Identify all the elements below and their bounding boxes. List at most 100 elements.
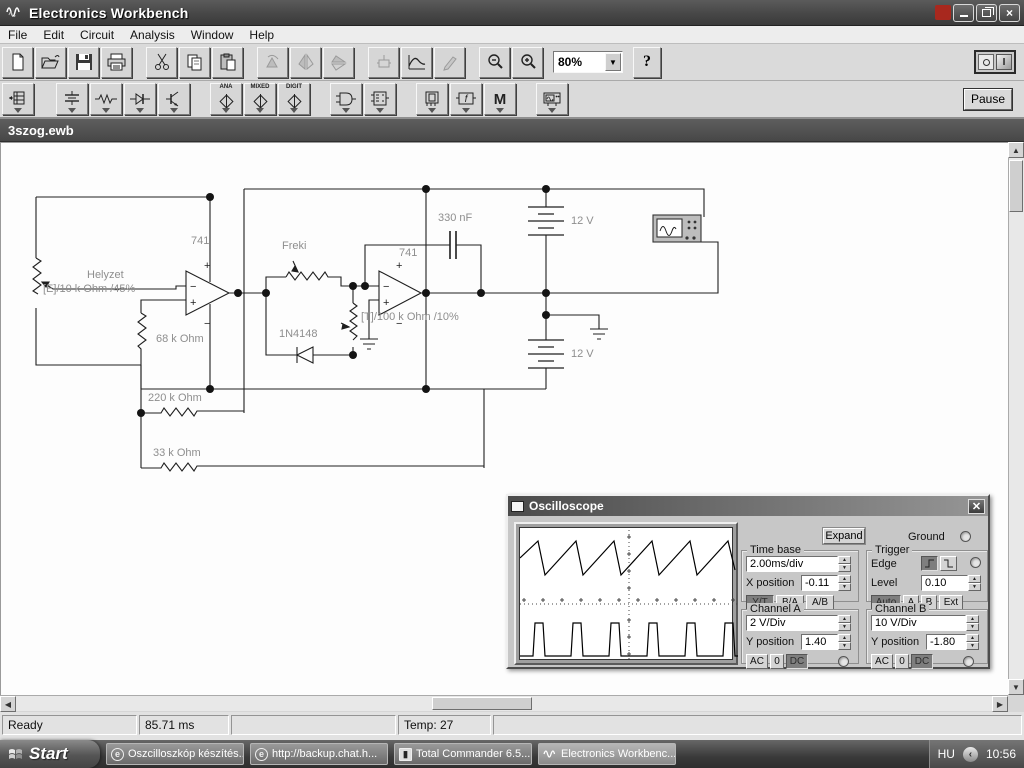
help-button[interactable]: ? — [633, 46, 661, 78]
scroll-down-icon[interactable]: ▼ — [1008, 679, 1024, 695]
minimize-button[interactable] — [953, 3, 974, 22]
transistors-bin-button[interactable] — [158, 83, 190, 115]
trigger-terminal-radio[interactable] — [970, 557, 981, 568]
taskbar-item-total-commander[interactable]: ▮ Total Commander 6.5... — [394, 743, 532, 765]
channel-a-terminal-radio[interactable] — [838, 656, 849, 667]
pause-button[interactable]: Pause — [964, 88, 1012, 110]
rotate-button[interactable] — [257, 46, 288, 78]
instruments-bin-button[interactable] — [536, 83, 568, 115]
power-switch[interactable]: I — [974, 50, 1016, 74]
bin-dropdown-icon — [342, 108, 350, 113]
circuit-canvas[interactable]: − + + − − + + − 741 Helyzet [E]/10 k Ohm… — [0, 142, 1008, 695]
horizontal-scrollbar[interactable]: ◀ ▶ — [0, 695, 1008, 712]
start-button[interactable]: Start — [0, 740, 100, 768]
favorites-bin-button[interactable] — [2, 83, 34, 115]
close-button[interactable]: × — [999, 3, 1020, 22]
scroll-up-icon[interactable]: ▲ — [1008, 142, 1024, 158]
x-position-field[interactable]: -0.11 — [801, 575, 838, 591]
channel-b-scale-field[interactable]: 10 V/Div — [871, 615, 966, 631]
component-properties-button[interactable] — [434, 46, 465, 78]
component-label-741-2: 741 — [399, 247, 418, 259]
taskbar-item-electronics-workbench[interactable]: Electronics Workbenc... — [538, 743, 676, 765]
save-button[interactable] — [68, 46, 99, 78]
menu-file[interactable]: File — [0, 27, 35, 43]
indicators-bin-button[interactable] — [416, 83, 448, 115]
channel-a-ac-button[interactable]: AC — [746, 654, 768, 669]
timebase-scale-spinner[interactable]: ▲ ▼ — [838, 556, 851, 572]
logic-gates-bin-button[interactable] — [330, 83, 362, 115]
oscilloscope-titlebar[interactable]: Oscilloscope ✕ — [508, 496, 988, 516]
copy-button[interactable] — [179, 46, 210, 78]
channel-a-scale-field[interactable]: 2 V/Div — [746, 615, 838, 631]
zoom-in-button[interactable] — [512, 46, 543, 78]
sources-bin-button[interactable] — [56, 83, 88, 115]
paste-button[interactable] — [212, 46, 243, 78]
oscilloscope-window[interactable]: Oscilloscope ✕ Expand Ground Time base 2… — [506, 494, 990, 669]
scroll-right-icon[interactable]: ▶ — [992, 696, 1008, 712]
horizontal-scroll-thumb[interactable] — [432, 697, 532, 710]
new-button[interactable] — [2, 46, 33, 78]
task-label: Oszcilloszkóp készítés... — [128, 748, 244, 760]
channel-a-scale-spinner[interactable]: ▲ ▼ — [838, 615, 851, 631]
flip-vertical-button[interactable] — [323, 46, 354, 78]
channel-a-ypos-spinner[interactable]: ▲ ▼ — [838, 634, 851, 650]
channel-b-terminal-radio[interactable] — [963, 656, 974, 667]
controls-bin-button[interactable]: f — [450, 83, 482, 115]
diodes-bin-button[interactable] — [124, 83, 156, 115]
trigger-level-spinner[interactable]: ▲ ▼ — [968, 575, 981, 591]
analysis-graph-button[interactable] — [401, 46, 432, 78]
zoom-out-button[interactable] — [479, 46, 510, 78]
menu-edit[interactable]: Edit — [35, 27, 72, 43]
basic-bin-button[interactable] — [90, 83, 122, 115]
flip-horizontal-button[interactable] — [290, 46, 321, 78]
trigger-ext-button[interactable]: Ext — [939, 595, 963, 610]
status-temperature: Temp: 27 — [398, 715, 491, 735]
menu-window[interactable]: Window — [183, 27, 242, 43]
ground-terminal-radio[interactable] — [960, 531, 971, 542]
expand-button[interactable]: Expand — [823, 528, 865, 544]
document-title: 3szog.ewb — [8, 122, 74, 138]
channel-b-dc-button[interactable]: DC — [911, 654, 933, 669]
document-titlebar[interactable]: 3szog.ewb — [0, 119, 1024, 142]
cut-button[interactable] — [146, 46, 177, 78]
timebase-scale-field[interactable]: 2.00ms/div — [746, 556, 838, 572]
language-indicator[interactable]: HU — [938, 747, 955, 761]
channel-b-ypos-label: Y position — [871, 636, 920, 648]
channel-b-zero-button[interactable]: 0 — [895, 654, 909, 669]
svg-text:+: + — [383, 297, 389, 309]
miscellaneous-bin-button[interactable]: M — [484, 83, 516, 115]
volume-icon[interactable]: ‹ — [962, 746, 978, 762]
channel-a-dc-button[interactable]: DC — [786, 654, 808, 669]
falling-edge-button[interactable] — [940, 556, 957, 571]
vertical-scroll-thumb[interactable] — [1009, 160, 1023, 212]
x-position-spinner[interactable]: ▲ ▼ — [838, 575, 851, 591]
ab-mode-button[interactable]: A/B — [806, 595, 834, 610]
channel-a-zero-button[interactable]: 0 — [770, 654, 784, 669]
scroll-left-icon[interactable]: ◀ — [0, 696, 16, 712]
restore-button[interactable] — [976, 3, 997, 22]
trigger-level-field[interactable]: 0.10 — [921, 575, 968, 591]
channel-b-ac-button[interactable]: AC — [871, 654, 893, 669]
channel-b-ypos-field[interactable]: -1.80 — [926, 634, 966, 650]
menu-help[interactable]: Help — [241, 27, 282, 43]
subcircuit-button[interactable] — [368, 46, 399, 78]
floppy-icon: ▮ — [399, 747, 412, 761]
digital-ic-bin-button[interactable]: DIGIT — [278, 83, 310, 115]
taskbar-item-browser-1[interactable]: e Oszcilloszkóp készítés... — [106, 743, 244, 765]
print-button[interactable] — [101, 46, 132, 78]
oscilloscope-close-button[interactable]: ✕ — [968, 498, 985, 514]
digital-parts-bin-button[interactable] — [364, 83, 396, 115]
zoom-level-combo[interactable]: 80% ▼ — [553, 51, 623, 73]
rising-edge-button[interactable] — [921, 556, 938, 571]
mixed-ic-bin-button[interactable]: MIXED — [244, 83, 276, 115]
channel-b-scale-spinner[interactable]: ▲ ▼ — [966, 615, 979, 631]
channel-b-ypos-spinner[interactable]: ▲ ▼ — [966, 634, 979, 650]
menu-circuit[interactable]: Circuit — [72, 27, 122, 43]
vertical-scrollbar[interactable]: ▲ ▼ — [1008, 142, 1024, 695]
chevron-down-icon[interactable]: ▼ — [605, 53, 621, 71]
analog-ic-bin-button[interactable]: ANA — [210, 83, 242, 115]
taskbar-item-browser-2[interactable]: e http://backup.chat.h... — [250, 743, 388, 765]
open-button[interactable] — [35, 46, 66, 78]
channel-a-ypos-field[interactable]: 1.40 — [801, 634, 838, 650]
menu-analysis[interactable]: Analysis — [122, 27, 183, 43]
